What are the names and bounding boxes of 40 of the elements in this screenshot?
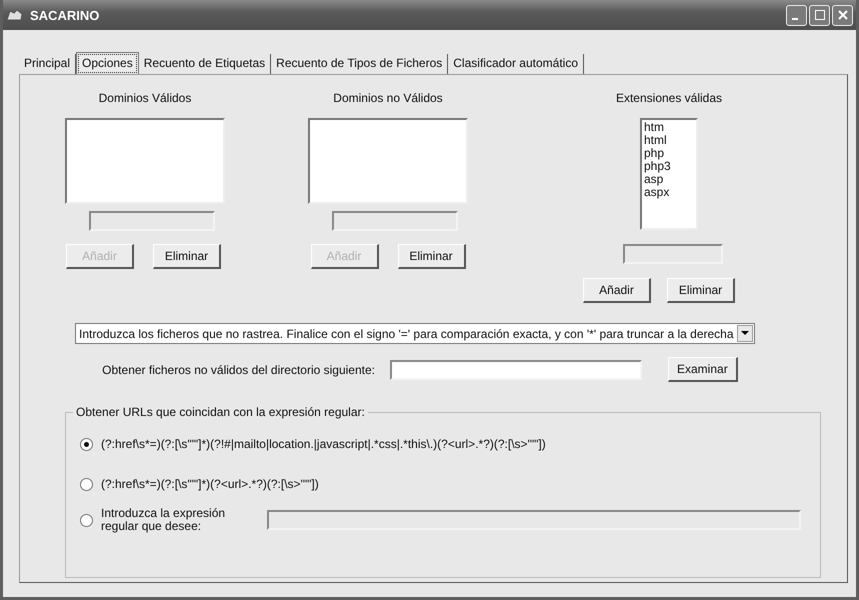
list-item[interactable]: aspx — [644, 186, 694, 199]
radio-label: Introduzca la expresión regular que desee: — [101, 507, 226, 533]
input-field[interactable] — [332, 211, 458, 231]
radio-button[interactable] — [80, 478, 93, 490]
maximize-button[interactable] — [809, 4, 830, 26]
tab[interactable]: Opciones — [76, 52, 139, 75]
list-item[interactable]: asp — [644, 173, 694, 186]
list-box[interactable]: htm html php php3 asp aspx — [640, 118, 698, 230]
list-item[interactable]: html — [644, 134, 694, 147]
radio-label: (?:href\s*=)(?:[\s'""]*)(?<url>.*?)(?:[\s>'""]) — [101, 477, 319, 491]
list-item[interactable]: php — [644, 147, 694, 160]
browse-button[interactable]: Examinar — [668, 357, 738, 382]
window-title: SACARINO — [30, 8, 100, 22]
dropdown-field[interactable]: Introduzca los ficheros que no rastrea. Finalice con el signo '=' para comparación exacta, y con '*' para truncar a la derecha — [75, 323, 755, 344]
field-label: Obtener ficheros no válidos del directorio siguiente: — [101, 362, 376, 376]
minimize-button[interactable] — [786, 4, 807, 26]
list-label: Extensiones válidas — [616, 91, 722, 105]
maximize-icon — [814, 10, 824, 20]
close-button[interactable] — [832, 4, 853, 26]
close-icon — [838, 10, 848, 20]
group-title: Obtener URLs que coincidan con la expresión regular: — [73, 405, 368, 419]
remove-button[interactable]: Eliminar — [667, 278, 735, 303]
add-button[interactable]: Añadir — [583, 278, 651, 303]
input-field[interactable] — [623, 244, 723, 264]
radio-label: (?:href\s*=)(?:[\s'""]*)(?!#|mailto|location.|javascript|.*css|.*this\.)(?<url>.*?)(?:[\s>'""]) — [101, 437, 546, 451]
regex-field[interactable] — [267, 510, 801, 530]
input-field[interactable] — [89, 211, 215, 231]
remove-button[interactable]: Eliminar — [153, 244, 221, 269]
radio-button[interactable] — [80, 514, 93, 526]
list-label: Dominios Válidos — [98, 91, 192, 105]
list-label: Dominios no Válidos — [333, 91, 443, 105]
list-box[interactable] — [65, 118, 225, 204]
remove-button[interactable]: Eliminar — [398, 244, 466, 269]
radio-button[interactable] — [80, 438, 93, 450]
app-icon — [6, 8, 24, 22]
list-box[interactable] — [308, 118, 468, 204]
list-item[interactable]: htm — [644, 121, 694, 134]
minimize-icon — [792, 18, 798, 20]
list-item[interactable]: php3 — [644, 160, 694, 173]
directory-field[interactable] — [390, 360, 642, 380]
